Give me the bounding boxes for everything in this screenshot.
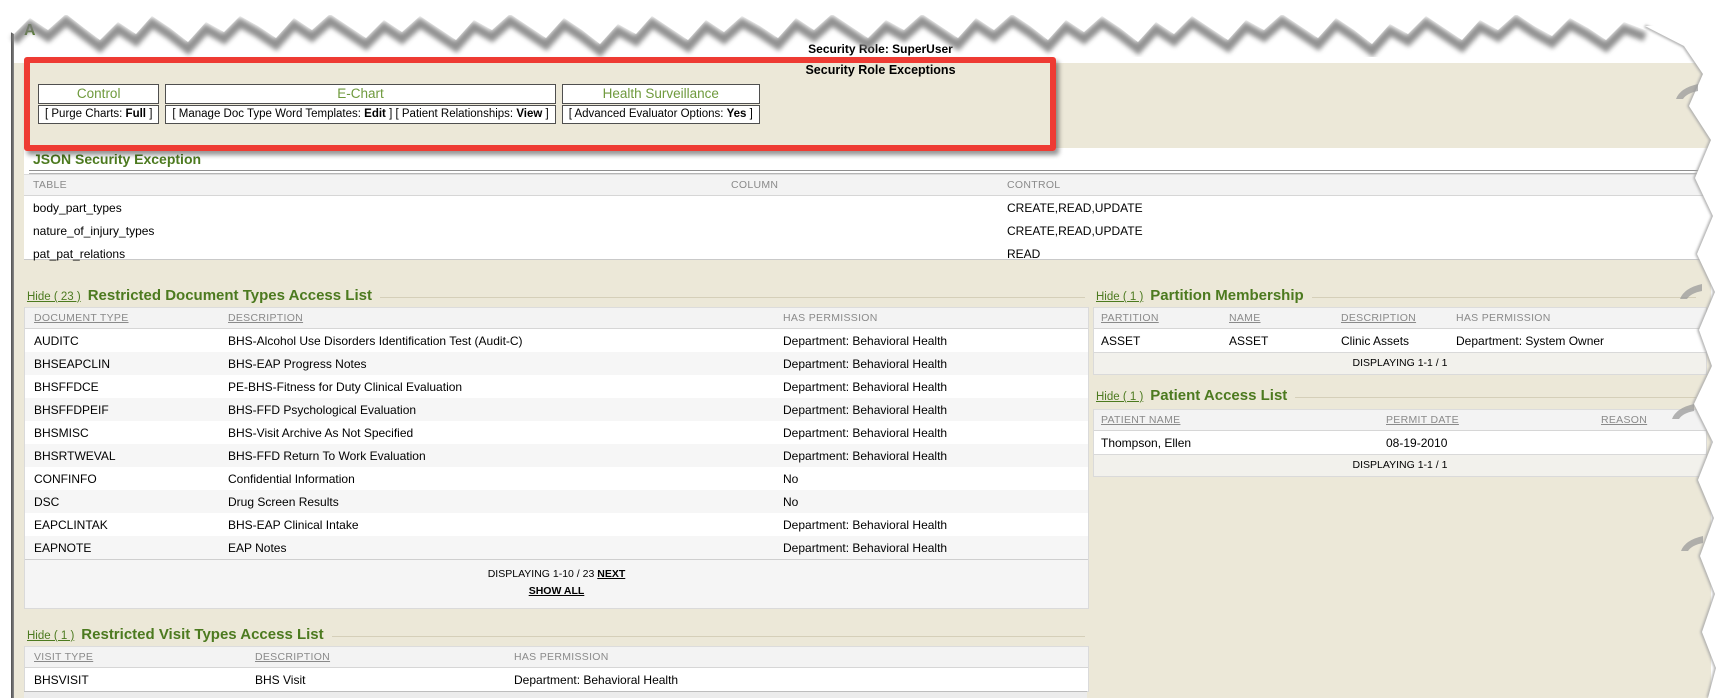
hide-link-partition-membership[interactable]: Hide ( 1 ): [1096, 291, 1143, 303]
column-header[interactable]: VISIT TYPE: [25, 647, 255, 668]
column-header[interactable]: DESCRIPTION: [228, 308, 783, 329]
column-header[interactable]: DOCUMENT TYPE: [25, 308, 228, 329]
partial-heading: A: [24, 22, 36, 40]
table-row: BHSEAPCLINBHS-EAP Progress NotesDepartme…: [25, 352, 1088, 375]
column-header: HAS PERMISSION: [1456, 308, 1706, 329]
json-security-title: JSON Security Exception: [33, 151, 201, 167]
patient-paging-status: DISPLAYING 1-1 / 1: [1094, 454, 1706, 476]
annotation-red-box: [24, 57, 1056, 151]
header-row: PATIENT NAMEPERMIT DATEREASON: [1094, 410, 1706, 431]
restricted-visit-types-table: VISIT TYPEDESCRIPTIONHAS PERMISSIONBHSVI…: [25, 646, 1088, 691]
restricted-visit-types-title: Restricted Visit Types Access List: [81, 626, 323, 643]
page-left-edge: [11, 30, 14, 698]
column-header[interactable]: PARTITION: [1094, 308, 1229, 329]
column-header: CONTROL: [1007, 175, 1715, 196]
next-link[interactable]: NEXT: [597, 568, 625, 580]
patient-access-title: Patient Access List: [1150, 387, 1287, 404]
column-header: TABLE: [24, 175, 731, 196]
partition-membership-table: PARTITIONNAMEDESCRIPTIONHAS PERMISSIONAS…: [1094, 307, 1706, 352]
table-row: AUDITCBHS-Alcohol Use Disorders Identifi…: [25, 329, 1088, 353]
restricted-doc-types-header: Hide ( 23 ) Restricted Document Types Ac…: [27, 287, 1085, 304]
section-rule: [380, 297, 1085, 298]
patient-access-table: PATIENT NAMEPERMIT DATEREASONThompson, E…: [1094, 409, 1706, 454]
column-header[interactable]: PATIENT NAME: [1094, 410, 1386, 431]
column-header: COLUMN: [731, 175, 1007, 196]
header-row: TABLECOLUMNCONTROL: [24, 175, 1715, 196]
column-header[interactable]: DESCRIPTION: [1341, 308, 1456, 329]
json-security-table: TABLECOLUMNCONTROLbody_part_typesCREATE,…: [24, 174, 1715, 265]
hide-link-restricted-visit-types[interactable]: Hide ( 1 ): [27, 630, 74, 642]
hide-link-patient-access[interactable]: Hide ( 1 ): [1096, 391, 1143, 403]
restricted-visit-types-header: Hide ( 1 ) Restricted Visit Types Access…: [27, 626, 1085, 643]
doc-types-paging: DISPLAYING 1-10 / 23 NEXT SHOW ALL: [25, 559, 1088, 608]
hide-link-restricted-doc-types[interactable]: Hide ( 23 ): [27, 291, 81, 303]
paging-status: DISPLAYING 1-10 / 23: [488, 568, 595, 580]
restricted-doc-types-section: DOCUMENT TYPEDESCRIPTIONHAS PERMISSIONAU…: [24, 307, 1089, 609]
table-row: DSCDrug Screen ResultsNo: [25, 490, 1088, 513]
patient-access-section: PATIENT NAMEPERMIT DATEREASONThompson, E…: [1093, 409, 1707, 477]
clipped-next-band: [24, 691, 1087, 698]
column-header[interactable]: PERMIT DATE: [1386, 410, 1601, 431]
section-rule: [332, 636, 1085, 637]
column-header: HAS PERMISSION: [783, 308, 1088, 329]
show-all-link[interactable]: SHOW ALL: [529, 585, 585, 597]
table-row: EAPCLINTAKBHS-EAP Clinical IntakeDepartm…: [25, 513, 1088, 536]
section-rule: [1295, 397, 1696, 398]
header-row: VISIT TYPEDESCRIPTIONHAS PERMISSION: [25, 647, 1088, 668]
table-row: ASSETASSETClinic AssetsDepartment: Syste…: [1094, 329, 1706, 353]
partition-membership-header: Hide ( 1 ) Partition Membership: [1096, 287, 1696, 304]
table-row: BHSRTWEVALBHS-FFD Return To Work Evaluat…: [25, 444, 1088, 467]
column-header[interactable]: REASON: [1601, 410, 1706, 431]
section-rule: [1312, 297, 1696, 298]
table-row: Thompson, Ellen08-19-2010: [1094, 431, 1706, 455]
partition-paging-status: DISPLAYING 1-1 / 1: [1094, 352, 1706, 374]
header-row: PARTITIONNAMEDESCRIPTIONHAS PERMISSION: [1094, 308, 1706, 329]
restricted-doc-types-table: DOCUMENT TYPEDESCRIPTIONHAS PERMISSIONAU…: [25, 307, 1088, 559]
security-role-label: Security Role: SuperUser: [30, 42, 1731, 56]
table-row: EAPNOTEEAP NotesDepartment: Behavioral H…: [25, 536, 1088, 559]
table-row: pat_pat_relationsREAD: [24, 242, 1715, 265]
restricted-visit-types-section: VISIT TYPEDESCRIPTIONHAS PERMISSIONBHSVI…: [24, 646, 1089, 692]
table-row: BHSMISCBHS-Visit Archive As Not Specifie…: [25, 421, 1088, 444]
table-row: BHSFFDPEIFBHS-FFD Psychological Evaluati…: [25, 398, 1088, 421]
partition-membership-section: PARTITIONNAMEDESCRIPTIONHAS PERMISSIONAS…: [1093, 307, 1707, 375]
table-row: body_part_typesCREATE,READ,UPDATE: [24, 196, 1715, 220]
column-header[interactable]: DESCRIPTION: [255, 647, 514, 668]
column-header[interactable]: NAME: [1229, 308, 1341, 329]
partition-membership-title: Partition Membership: [1150, 287, 1303, 304]
table-row: BHSFFDCEPE-BHS-Fitness for Duty Clinical…: [25, 375, 1088, 398]
table-row: nature_of_injury_typesCREATE,READ,UPDATE: [24, 219, 1715, 242]
column-header: HAS PERMISSION: [514, 647, 1088, 668]
table-row: CONFINFOConfidential InformationNo: [25, 467, 1088, 490]
patient-access-header: Hide ( 1 ) Patient Access List: [1096, 387, 1696, 404]
security-role-page: A Security Role: SuperUser Security Role…: [0, 0, 1731, 698]
table-row: BHSVISITBHS VisitDepartment: Behavioral …: [25, 668, 1088, 692]
header-row: DOCUMENT TYPEDESCRIPTIONHAS PERMISSION: [25, 308, 1088, 329]
json-security-section: JSON Security Exception TABLECOLUMNCONTR…: [24, 148, 1715, 260]
restricted-doc-types-title: Restricted Document Types Access List: [88, 287, 372, 304]
